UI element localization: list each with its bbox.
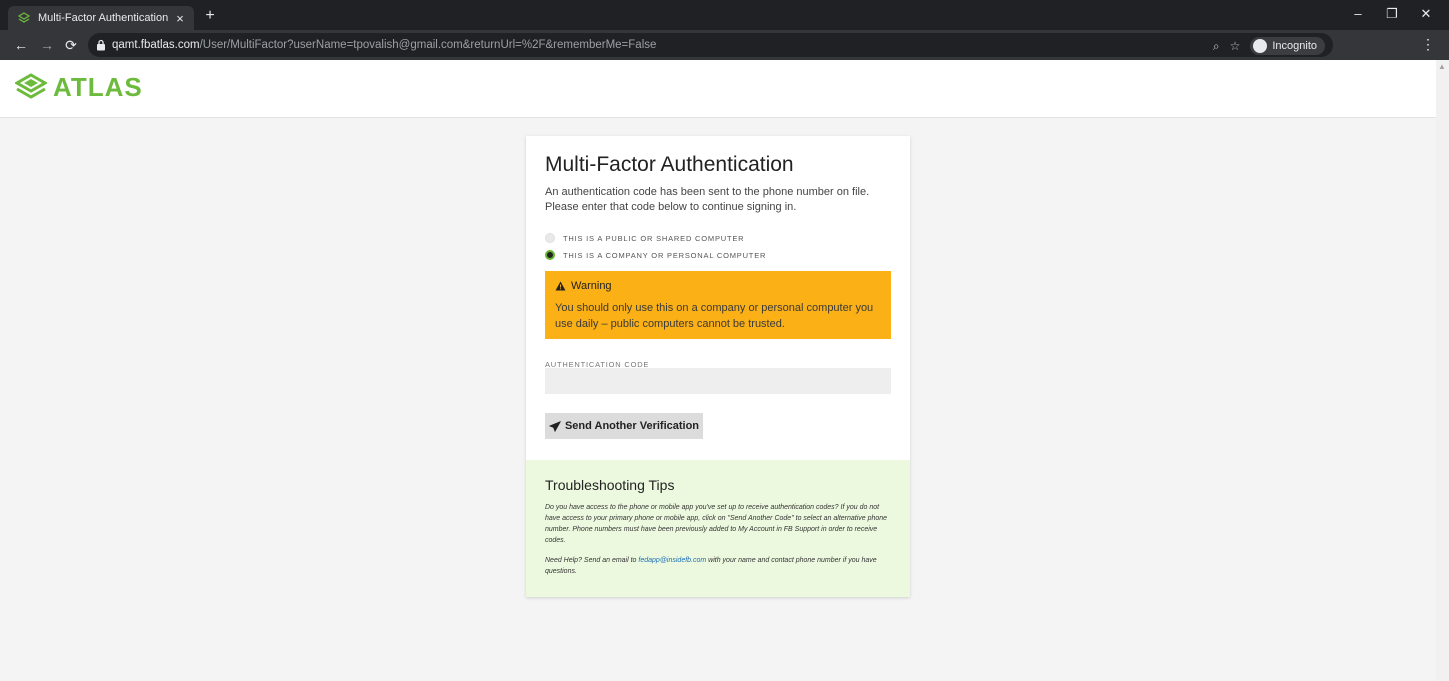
atlas-logo-icon xyxy=(15,72,47,99)
reload-icon[interactable]: ⟳ xyxy=(62,36,80,54)
mfa-description: An authentication code has been sent to … xyxy=(545,186,870,213)
restore-icon[interactable]: ❐ xyxy=(1380,6,1404,22)
url-path: /User/MultiFactor?userName=tpovalish@gma… xyxy=(199,39,657,51)
page-scrollbar[interactable]: ▲ xyxy=(1436,60,1449,681)
auth-code-input[interactable] xyxy=(545,368,891,394)
troubleshooting-tips: Troubleshooting Tips Do you have access … xyxy=(526,460,910,597)
app-header: ATLAS xyxy=(0,60,1436,118)
omnibox-actions: ⌕ ☆ Incognito xyxy=(1213,37,1325,55)
new-tab-icon[interactable]: + xyxy=(200,6,220,26)
radio-public-circle[interactable] xyxy=(545,233,555,243)
browser-toolbar: ← → ⟳ qamt.fbatlas.com /User/MultiFactor… xyxy=(0,30,1449,60)
incognito-badge[interactable]: Incognito xyxy=(1250,37,1325,55)
incognito-icon xyxy=(1253,39,1268,53)
warning-triangle-icon xyxy=(555,281,566,291)
atlas-favicon-icon xyxy=(18,12,30,23)
tips-paragraph-2: Need Help? Send an email to fedapp@insid… xyxy=(545,555,891,577)
lock-icon xyxy=(97,39,105,51)
radio-personal-label: THIS IS A COMPANY OR PERSONAL COMPUTER xyxy=(563,250,767,260)
back-icon[interactable]: ← xyxy=(12,36,30,54)
close-window-icon[interactable]: ✕ xyxy=(1414,6,1438,22)
tab-title: Multi-Factor Authentication xyxy=(38,12,169,24)
url-host: qamt.fbatlas.com xyxy=(112,39,200,51)
browser-menu-icon[interactable]: ⋮ xyxy=(1421,36,1435,53)
scroll-up-icon[interactable]: ▲ xyxy=(1438,62,1446,71)
browser-tab-bar: Multi-Factor Authentication × + – ❐ ✕ xyxy=(0,0,1449,30)
tab-close-icon[interactable]: × xyxy=(170,11,190,26)
send-button-label: Send Another Verification xyxy=(564,420,700,432)
mfa-card: Multi-Factor Authentication An authentic… xyxy=(526,136,910,597)
radio-personal-circle[interactable] xyxy=(545,250,555,260)
browser-tab[interactable]: Multi-Factor Authentication × xyxy=(8,6,194,30)
incognito-label: Incognito xyxy=(1272,40,1317,52)
send-another-verification-button[interactable]: Send Another Verification xyxy=(545,413,703,439)
forward-icon[interactable]: → xyxy=(38,36,56,54)
minimize-icon[interactable]: – xyxy=(1346,6,1370,21)
address-bar[interactable]: qamt.fbatlas.com /User/MultiFactor?userN… xyxy=(88,33,1333,57)
radio-public-label: THIS IS A PUBLIC OR SHARED COMPUTER xyxy=(563,233,745,243)
radio-public-computer[interactable]: THIS IS A PUBLIC OR SHARED COMPUTER xyxy=(545,233,744,243)
warning-text: You should only use this on a company or… xyxy=(555,302,874,330)
bookmark-star-icon[interactable]: ☆ xyxy=(1230,39,1241,53)
tips-title: Troubleshooting Tips xyxy=(545,477,675,493)
atlas-logo[interactable]: ATLAS xyxy=(15,72,143,103)
page-title: Multi-Factor Authentication xyxy=(545,153,794,176)
paper-plane-icon xyxy=(549,420,561,432)
zoom-icon[interactable]: ⌕ xyxy=(1213,39,1220,54)
tips-help-text: Need Help? Send an email to xyxy=(545,557,639,564)
support-email-link[interactable]: fedapp@insidefb.com xyxy=(638,557,706,564)
tips-paragraph-1: Do you have access to the phone or mobil… xyxy=(545,504,888,544)
logo-text: ATLAS xyxy=(53,72,143,102)
warning-box: Warning You should only use this on a co… xyxy=(545,271,891,339)
warning-header: Warning xyxy=(555,280,612,292)
warning-title: Warning xyxy=(571,280,612,292)
radio-personal-computer[interactable]: THIS IS A COMPANY OR PERSONAL COMPUTER xyxy=(545,250,766,260)
